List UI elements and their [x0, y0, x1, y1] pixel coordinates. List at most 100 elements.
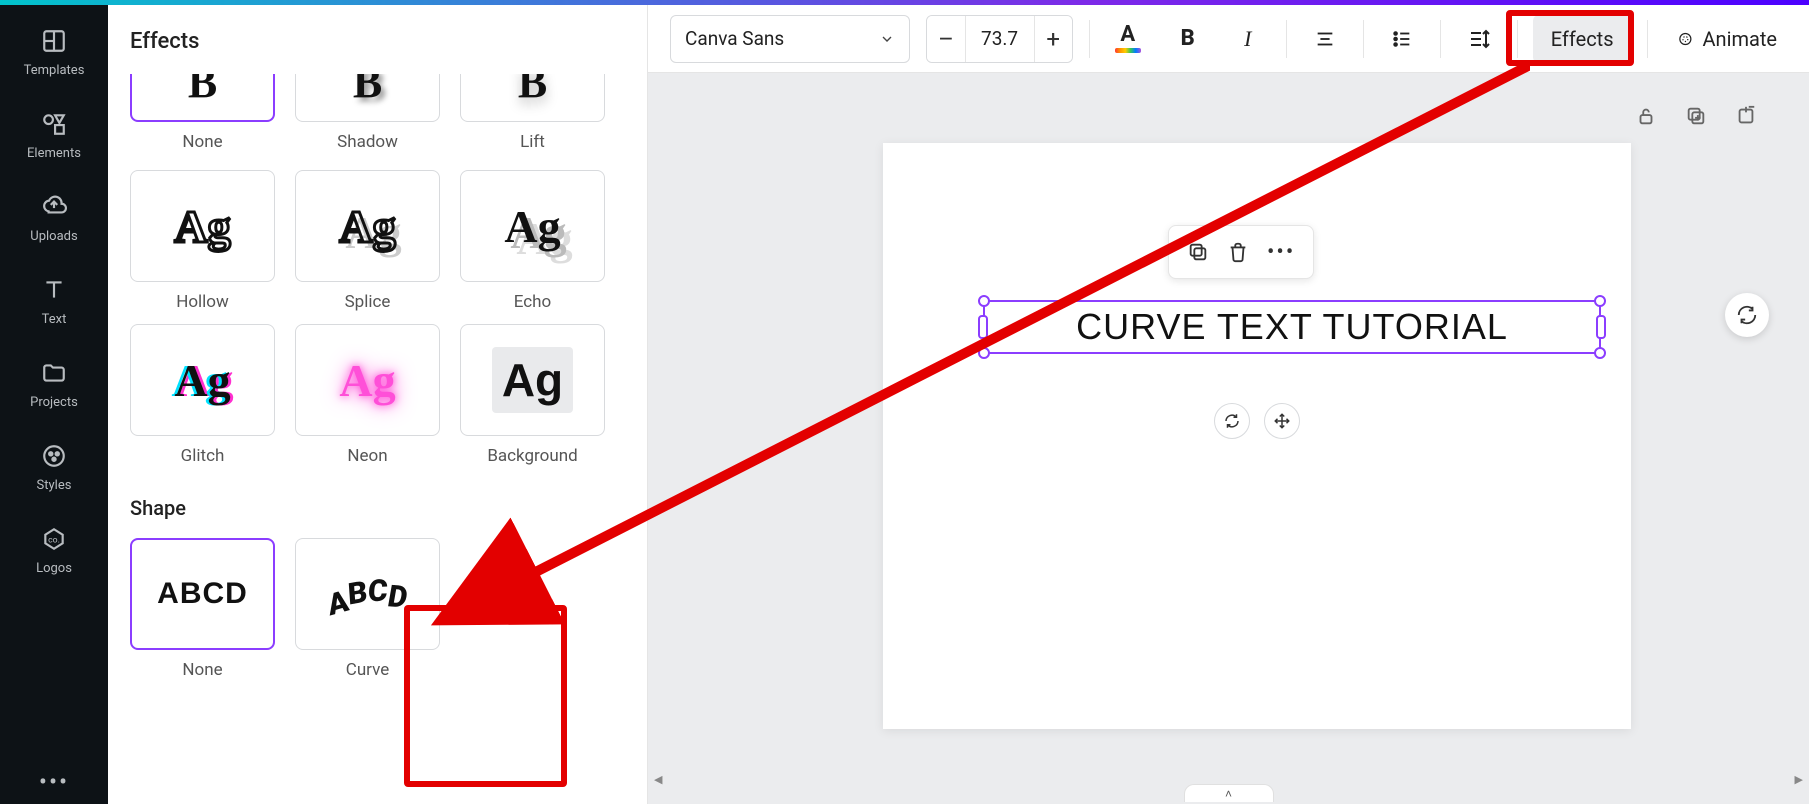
rail-elements[interactable]: Elements	[27, 110, 81, 161]
italic-button[interactable]: I	[1226, 15, 1270, 63]
rail-logos[interactable]: co. Logos	[36, 525, 72, 576]
rail-label: Elements	[27, 146, 81, 161]
style-label: Curve	[346, 660, 390, 680]
style-splice-tile[interactable]: Ag	[295, 170, 440, 282]
floating-toolbar: •••	[1168, 225, 1314, 279]
below-selection-controls	[883, 403, 1631, 439]
page-tools	[1633, 103, 1759, 129]
rail-text[interactable]: Text	[40, 276, 68, 327]
separator	[1089, 20, 1090, 58]
add-page-icon[interactable]	[1733, 103, 1759, 129]
scroll-left-icon[interactable]: ◀	[654, 773, 662, 786]
canvas-area: ••• CURVE TEXT TUTORIAL ◀ ▶ ˄	[648, 73, 1809, 804]
text-toolbar: Canva Sans – + A B I Effects Animate	[648, 5, 1809, 73]
panel-title: Effects	[130, 29, 625, 54]
style-label: Neon	[347, 446, 387, 466]
resize-handle[interactable]	[978, 295, 990, 307]
animate-icon	[1678, 27, 1693, 51]
alignment-button[interactable]	[1303, 15, 1347, 63]
duplicate-page-icon[interactable]	[1683, 103, 1709, 129]
scroll-right-icon[interactable]: ▶	[1795, 773, 1803, 786]
style-label: None	[182, 660, 222, 680]
style-label: None	[182, 132, 222, 152]
rail-more-icon[interactable]: •••	[39, 768, 69, 804]
rail-label: Templates	[24, 63, 85, 78]
selected-text-box[interactable]: CURVE TEXT TUTORIAL	[983, 300, 1601, 354]
list-button[interactable]	[1380, 15, 1424, 63]
styles-icon	[40, 442, 68, 470]
effects-button[interactable]: Effects	[1533, 15, 1630, 63]
separator	[1286, 20, 1287, 58]
sample-text: B	[188, 74, 217, 92]
style-glitch-tile[interactable]: Ag	[130, 324, 275, 436]
text-icon	[40, 276, 68, 304]
style-background-tile[interactable]: Ag	[460, 324, 605, 436]
delete-icon[interactable]	[1227, 241, 1249, 263]
text-color-button[interactable]: A	[1106, 15, 1150, 63]
separator	[1363, 20, 1364, 58]
rainbow-swatch	[1115, 48, 1141, 53]
font-family-select[interactable]: Canva Sans	[670, 15, 910, 63]
rail-styles[interactable]: Styles	[37, 442, 72, 493]
rail-projects[interactable]: Projects	[30, 359, 78, 410]
effects-panel: Effects B None B Shadow B Lift Ag Hollow…	[108, 5, 648, 804]
canvas-text: CURVE TEXT TUTORIAL	[1076, 306, 1508, 348]
text-color-a-icon: A	[1120, 24, 1135, 46]
design-canvas[interactable]: ••• CURVE TEXT TUTORIAL	[883, 143, 1631, 729]
refresh-fab[interactable]	[1725, 293, 1769, 337]
sample-text: Ag	[174, 200, 230, 253]
style-label: Splice	[345, 292, 391, 312]
sample-text: Ag	[339, 200, 395, 253]
more-icon[interactable]: •••	[1267, 240, 1295, 265]
style-shadow-tile[interactable]: B	[295, 74, 440, 122]
sample-text: ABCD	[157, 577, 248, 611]
page-expand-handle[interactable]: ˄	[1184, 784, 1274, 802]
sync-icon[interactable]	[1214, 403, 1250, 439]
move-icon[interactable]	[1264, 403, 1300, 439]
font-name: Canva Sans	[685, 27, 784, 50]
sample-text: ABCD	[328, 572, 407, 615]
font-size-increase-button[interactable]: +	[1035, 16, 1072, 62]
style-label: Background	[487, 446, 577, 466]
resize-handle[interactable]	[1594, 347, 1606, 359]
font-size-input[interactable]	[965, 16, 1035, 62]
window-top-gradient	[0, 0, 1809, 5]
sample-text: Ag	[504, 200, 560, 253]
spacing-button[interactable]	[1457, 15, 1501, 63]
svg-text:co.: co.	[48, 535, 60, 545]
logos-icon: co.	[40, 525, 68, 553]
separator	[1440, 20, 1441, 58]
sample-text: Ag	[492, 347, 573, 413]
rail-label: Logos	[36, 561, 72, 576]
shape-curve-tile[interactable]: ABCD	[295, 538, 440, 650]
rail-label: Projects	[30, 395, 78, 410]
animate-label: Animate	[1703, 27, 1778, 51]
style-label: Echo	[514, 292, 551, 312]
font-size-decrease-button[interactable]: –	[927, 16, 964, 62]
style-hollow-tile[interactable]: Ag	[130, 170, 275, 282]
shape-section-title: Shape	[130, 496, 625, 520]
rail-uploads[interactable]: Uploads	[30, 193, 77, 244]
rail-templates[interactable]: Templates	[24, 27, 85, 78]
elements-icon	[40, 110, 68, 138]
resize-handle[interactable]	[978, 315, 988, 339]
sample-text: B	[353, 74, 382, 92]
sample-text: B	[518, 74, 547, 92]
style-lift-tile[interactable]: B	[460, 74, 605, 122]
chevron-down-icon	[879, 31, 895, 47]
style-echo-tile[interactable]: Ag	[460, 170, 605, 282]
resize-handle[interactable]	[978, 347, 990, 359]
style-none-tile[interactable]: B	[130, 74, 275, 122]
animate-button[interactable]: Animate	[1664, 15, 1791, 63]
list-icon	[1391, 28, 1413, 50]
resize-handle[interactable]	[1596, 315, 1606, 339]
align-center-icon	[1314, 28, 1336, 50]
bold-button[interactable]: B	[1166, 15, 1210, 63]
shape-none-tile[interactable]: ABCD	[130, 538, 275, 650]
copy-icon[interactable]	[1187, 241, 1209, 263]
style-neon-tile[interactable]: Ag	[295, 324, 440, 436]
lock-page-icon[interactable]	[1633, 103, 1659, 129]
resize-handle[interactable]	[1594, 295, 1606, 307]
style-label: Lift	[520, 132, 545, 152]
font-size-group: – +	[926, 15, 1072, 63]
